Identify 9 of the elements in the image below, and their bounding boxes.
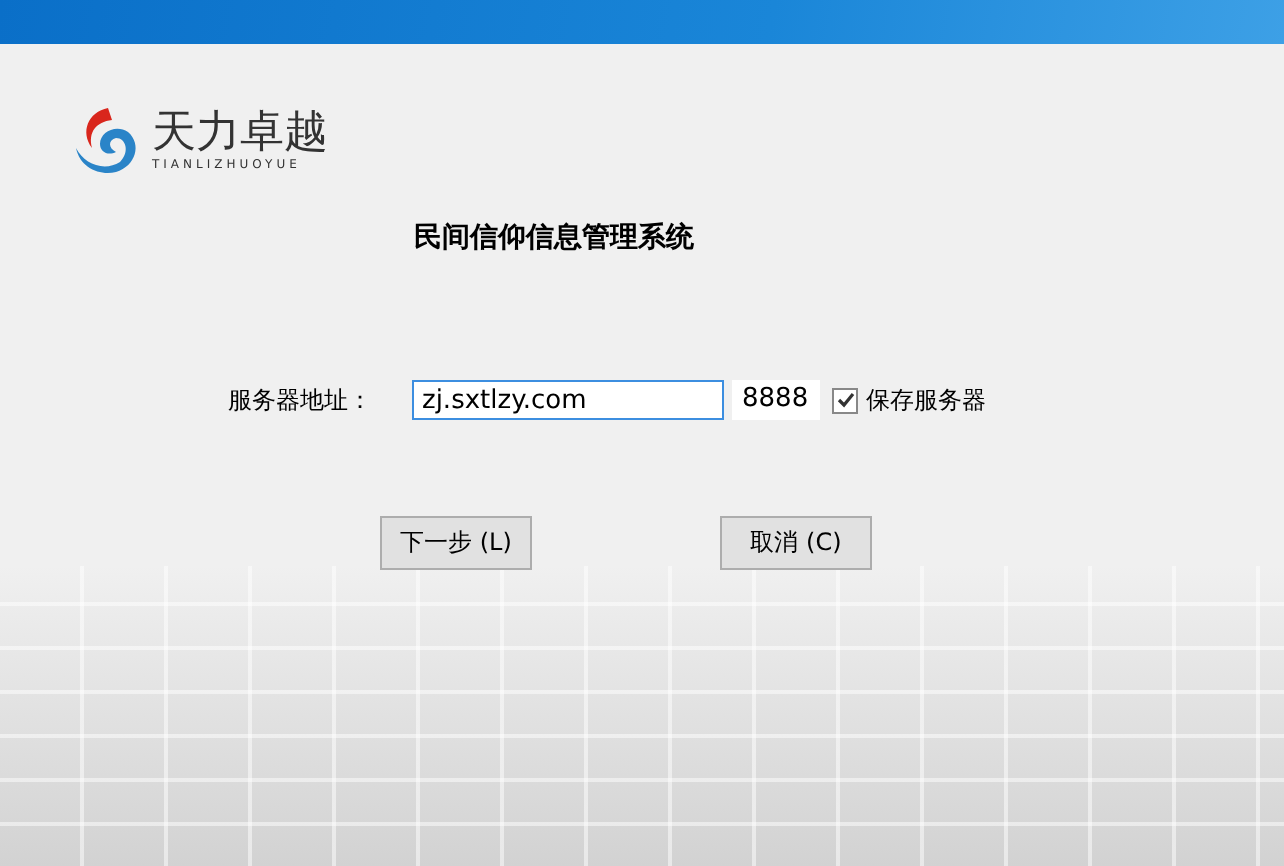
logo-name: 天力卓越: [152, 109, 328, 157]
port-field[interactable]: 8888: [732, 380, 820, 420]
server-address-label: 服务器地址：: [228, 383, 374, 417]
save-server-label: 保存服务器: [866, 383, 986, 417]
next-button[interactable]: 下一步 (L): [380, 516, 532, 570]
server-address-field[interactable]: zj.sxtlzy.com: [412, 380, 724, 420]
save-server-checkbox[interactable]: [832, 387, 858, 413]
app-title: 民间信仰信息管理系统: [414, 220, 694, 256]
cancel-button[interactable]: 取消 (C): [720, 516, 872, 570]
